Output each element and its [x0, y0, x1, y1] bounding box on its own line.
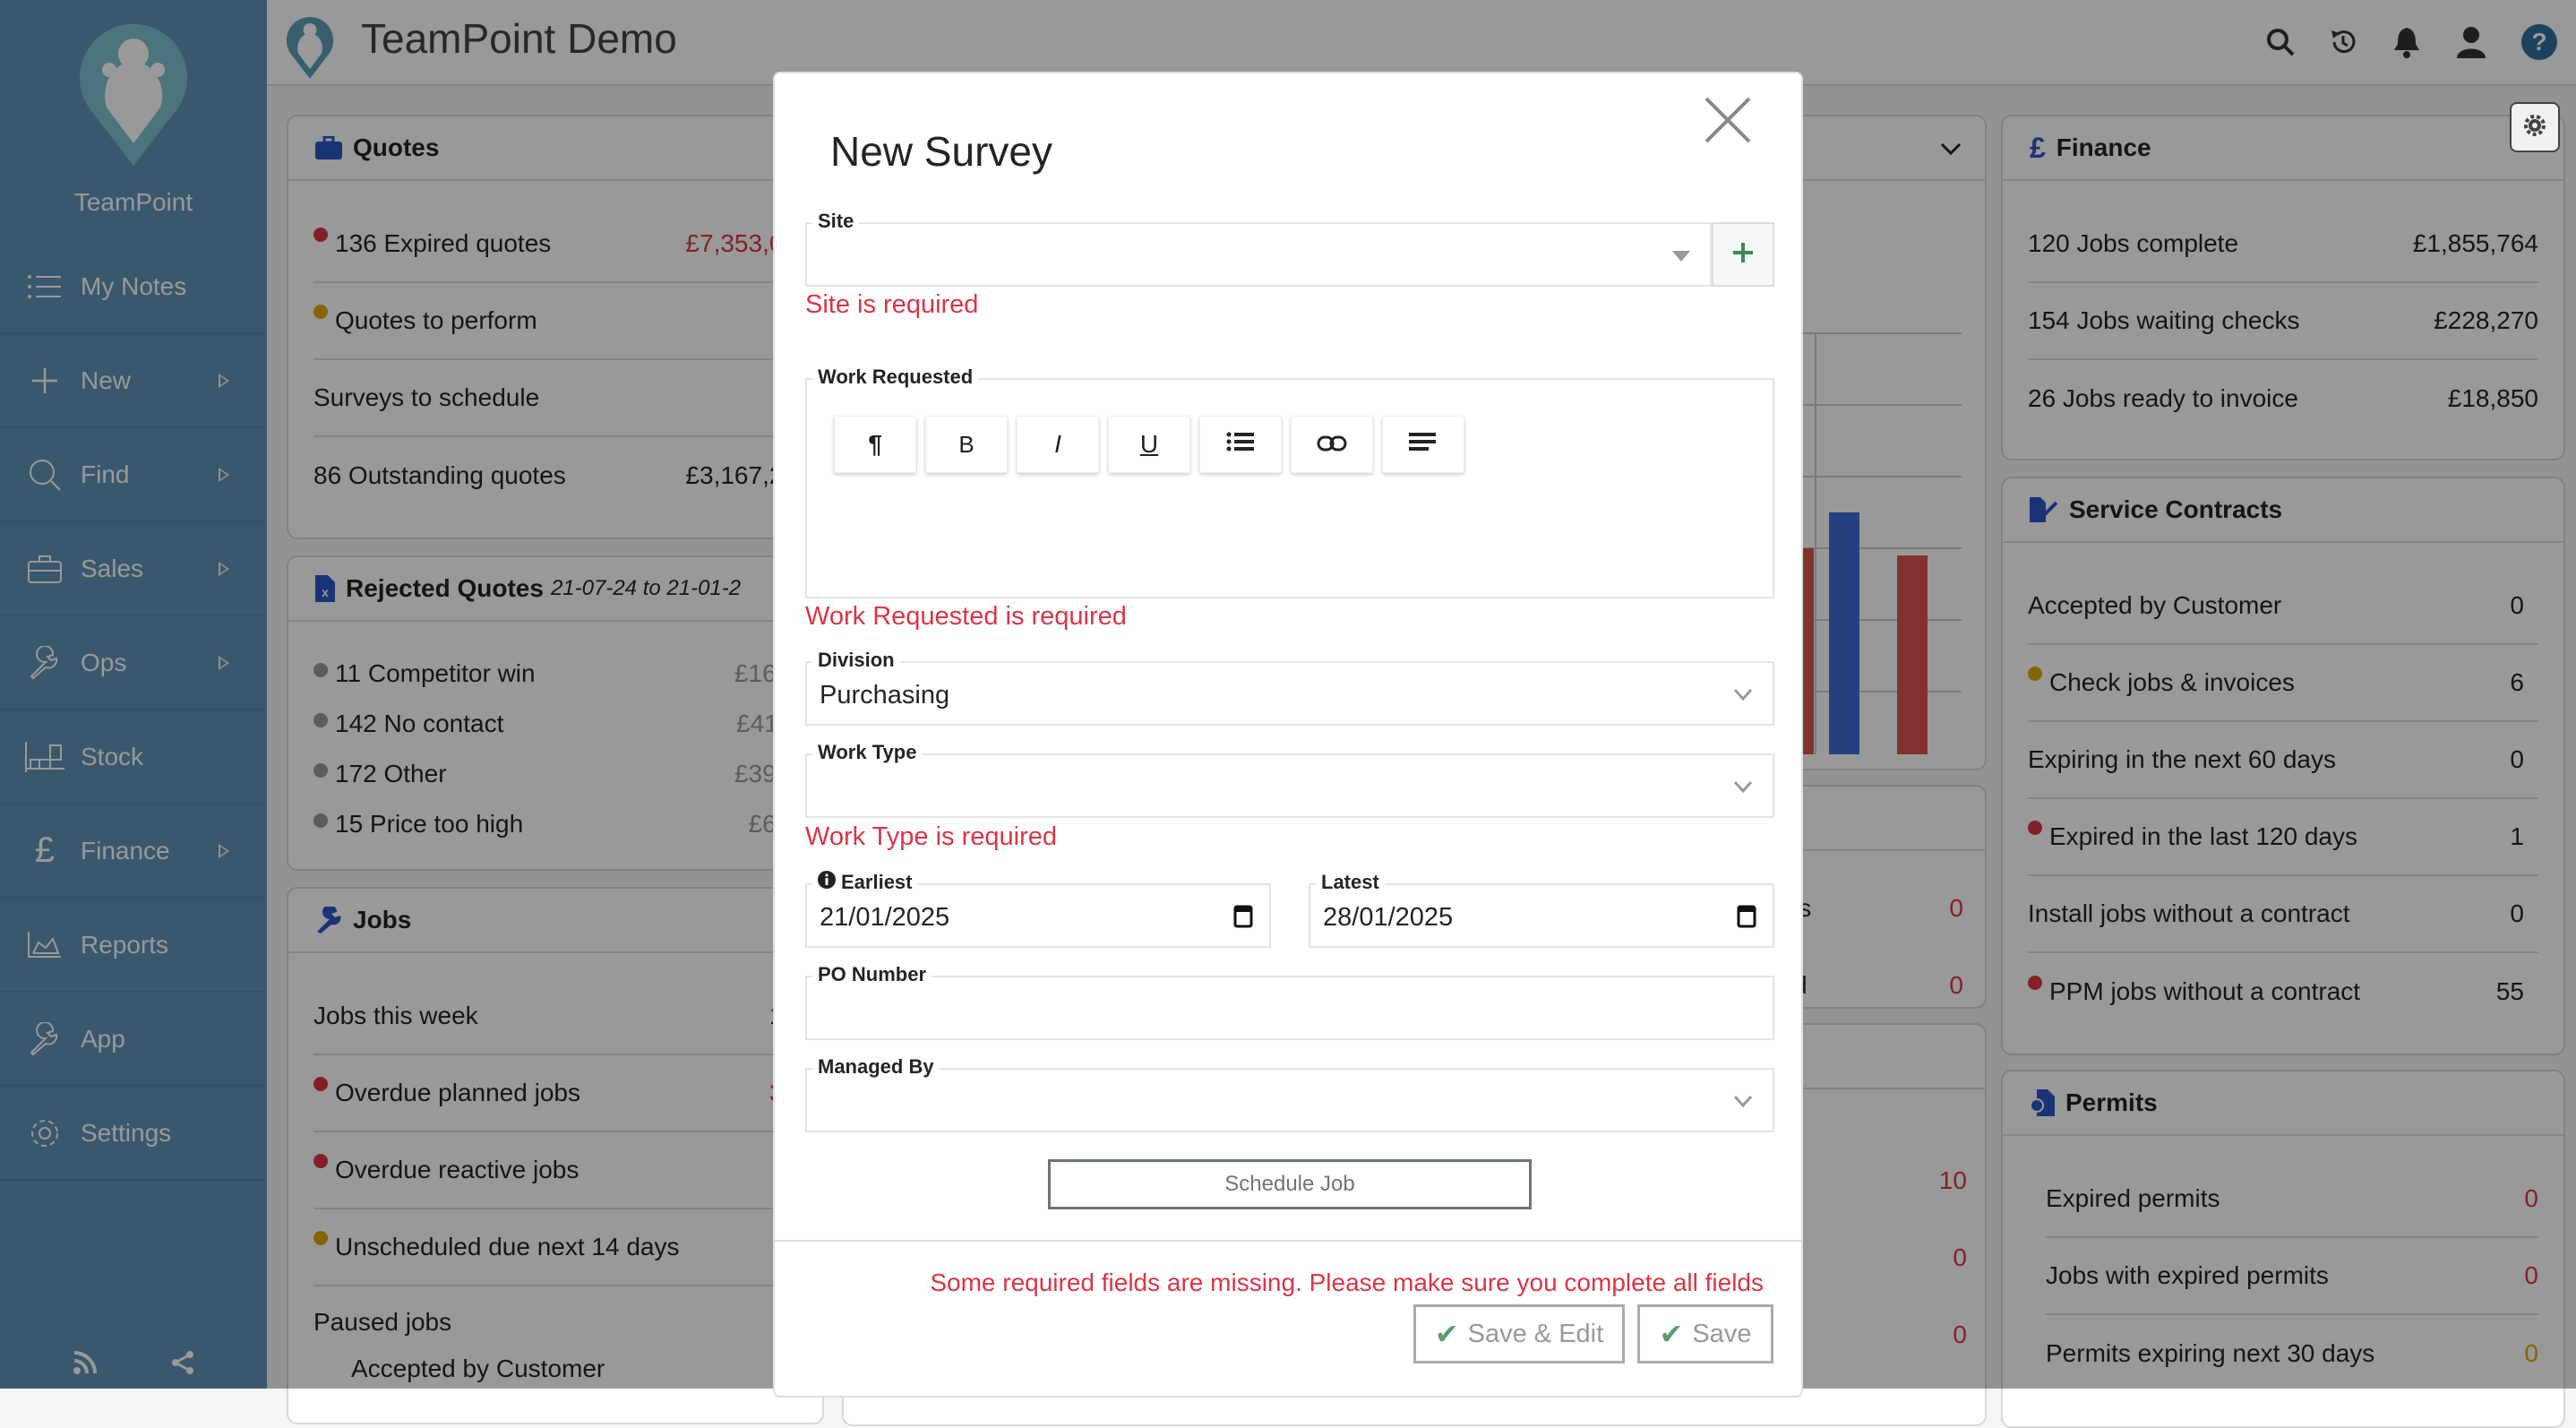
managed-by-select[interactable] [805, 1068, 1774, 1132]
calendar-icon[interactable] [1233, 903, 1253, 933]
modal-footer-divider [775, 1240, 1801, 1242]
work-requested-error: Work Requested is required [805, 602, 1127, 631]
chevron-down-icon [1733, 684, 1753, 704]
gear-icon [2523, 114, 2546, 142]
work-type-field: Work Type [805, 741, 1774, 818]
save-and-edit-button[interactable]: ✔ Save & Edit [1413, 1304, 1625, 1363]
earliest-label: Earliest [812, 871, 918, 894]
paragraph-button[interactable]: ¶ [834, 416, 916, 473]
save-button[interactable]: ✔ Save [1637, 1304, 1773, 1363]
latest-value: 28/01/2025 [1323, 903, 1454, 932]
site-select[interactable] [805, 222, 1712, 287]
new-survey-modal: New Survey Site Site is required Work Re… [773, 72, 1803, 1398]
earliest-field: Earliest 21/01/2025 [805, 871, 1271, 948]
add-site-button[interactable] [1712, 222, 1774, 287]
po-number-input[interactable] [805, 976, 1774, 1040]
division-select[interactable]: Purchasing [805, 661, 1774, 726]
work-type-select[interactable] [805, 753, 1774, 818]
po-number-label: PO Number [812, 963, 932, 986]
bold-icon: B [958, 430, 975, 458]
site-field: Site [805, 210, 1774, 287]
align-button[interactable] [1382, 416, 1464, 473]
link-icon [1317, 430, 1347, 459]
close-button[interactable] [1701, 93, 1755, 147]
italic-icon: I [1054, 430, 1061, 458]
calendar-icon[interactable] [1737, 903, 1756, 933]
earliest-value: 21/01/2025 [820, 903, 950, 932]
save-and-edit-label: Save & Edit [1467, 1319, 1604, 1348]
plus-icon [1731, 241, 1755, 269]
work-requested-editor[interactable]: ¶ B I U [805, 378, 1774, 598]
list-button[interactable] [1199, 416, 1282, 473]
info-icon[interactable] [818, 871, 836, 894]
site-label: Site [812, 210, 860, 233]
managed-by-label: Managed By [812, 1055, 940, 1079]
save-label: Save [1692, 1319, 1752, 1348]
bold-button[interactable]: B [925, 416, 1008, 473]
editor-toolbar: ¶ B I U [834, 416, 1464, 473]
po-number-field: PO Number [805, 963, 1774, 1040]
division-label: Division [812, 649, 900, 672]
check-icon: ✔ [1659, 1318, 1684, 1350]
chevron-down-icon [1733, 777, 1753, 796]
dashboard-settings-button[interactable] [2510, 102, 2560, 152]
schedule-job-button[interactable]: Schedule Job [1048, 1159, 1532, 1209]
earliest-label-text: Earliest [841, 871, 913, 893]
underline-icon: U [1139, 430, 1159, 458]
division-field: Division Purchasing [805, 649, 1774, 726]
managed-by-field: Managed By [805, 1055, 1774, 1132]
italic-button[interactable]: I [1017, 416, 1099, 473]
link-button[interactable] [1291, 416, 1373, 473]
latest-label: Latest [1316, 871, 1385, 894]
chevron-down-icon [1733, 1091, 1753, 1111]
work-type-label: Work Type [812, 741, 923, 764]
division-value: Purchasing [820, 681, 950, 710]
check-icon: ✔ [1434, 1318, 1459, 1350]
modal-title: New Survey [830, 128, 1052, 175]
close-icon [1701, 97, 1755, 151]
validation-message: Some required fields are missing. Please… [930, 1269, 1764, 1296]
underline-button[interactable]: U [1108, 416, 1190, 473]
work-requested-field: Work Requested ¶ B I U [805, 366, 1774, 598]
work-requested-label: Work Requested [812, 366, 979, 389]
work-type-error: Work Type is required [805, 822, 1057, 851]
latest-field: Latest 28/01/2025 [1309, 871, 1774, 948]
align-left-icon [1409, 430, 1438, 459]
caret-down-icon [1672, 251, 1690, 262]
list-icon [1226, 430, 1255, 459]
paragraph-icon: ¶ [868, 430, 882, 458]
site-error: Site is required [805, 290, 979, 319]
